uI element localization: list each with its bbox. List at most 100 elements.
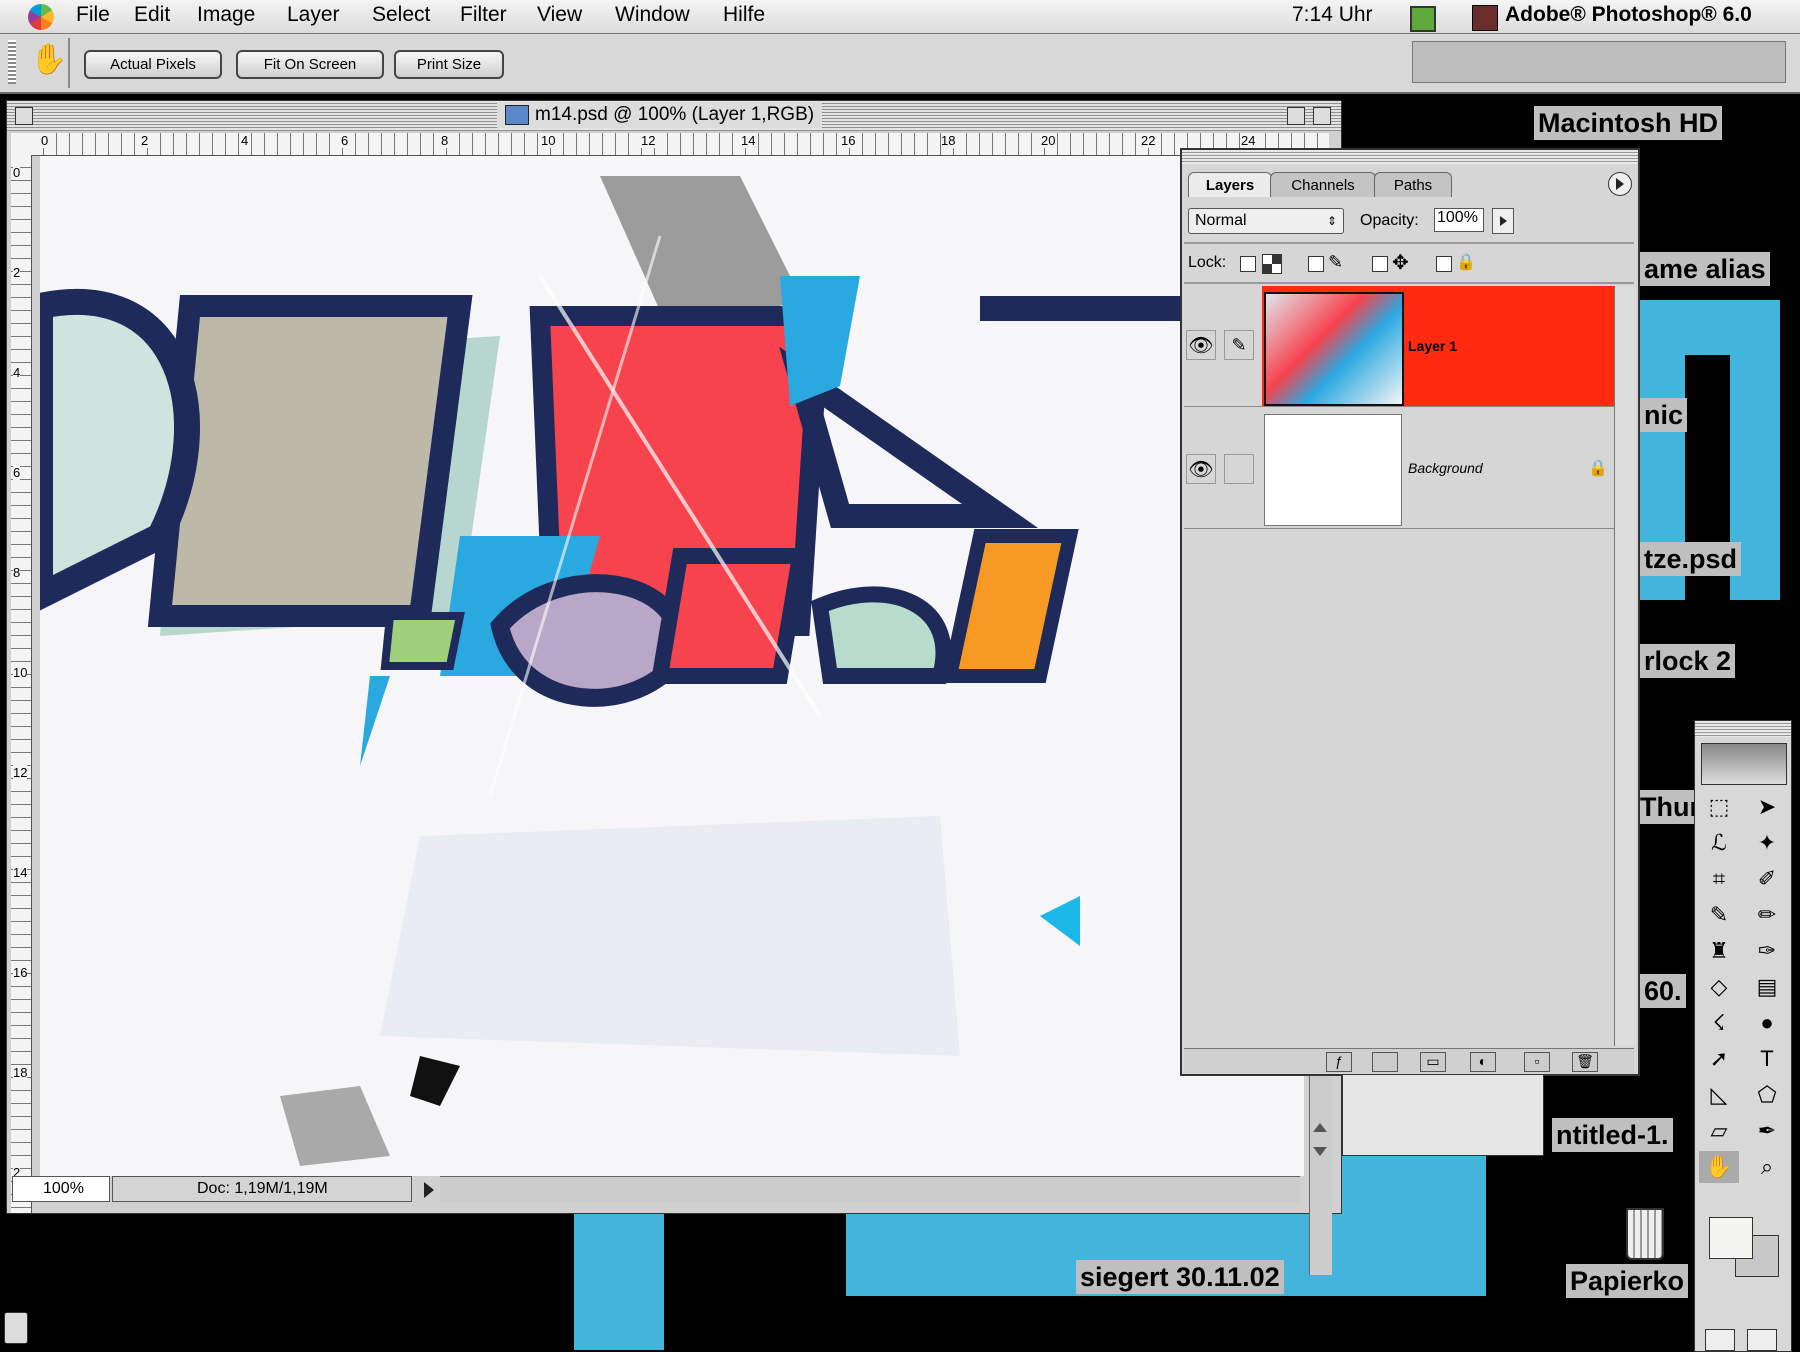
pen-tool-icon[interactable]: ◺ bbox=[1699, 1079, 1739, 1111]
eye-visibility-icon[interactable]: 👁 bbox=[1186, 454, 1216, 484]
lasso-tool-icon[interactable]: ℒ bbox=[1699, 827, 1739, 859]
hand-tool-button-icon[interactable]: ✋ bbox=[1699, 1151, 1739, 1183]
type-tool-icon[interactable]: T bbox=[1747, 1043, 1787, 1075]
adobe-online-icon[interactable] bbox=[1701, 743, 1787, 785]
photoshop-app-icon bbox=[1472, 5, 1498, 31]
menu-file[interactable]: File bbox=[76, 3, 110, 27]
shape-tool-icon[interactable]: ⬠ bbox=[1747, 1079, 1787, 1111]
desktop-small-icon[interactable] bbox=[4, 1312, 28, 1344]
tab-layers[interactable]: Layers bbox=[1188, 172, 1272, 197]
desktop-icon-untitled[interactable]: ntitled-1. bbox=[1552, 1118, 1673, 1152]
stamp-tool-icon[interactable]: ♜ bbox=[1699, 935, 1739, 967]
print-size-button[interactable]: Print Size bbox=[394, 50, 504, 79]
close-box-icon[interactable] bbox=[15, 107, 33, 125]
new-set-button[interactable]: ▭ bbox=[1420, 1052, 1446, 1072]
trash-icon[interactable] bbox=[1626, 1208, 1664, 1260]
application-menu[interactable]: Adobe® Photoshop® 6.0 bbox=[1505, 3, 1752, 27]
desktop-icon-macintosh-hd[interactable]: Macintosh HD bbox=[1534, 106, 1723, 140]
menu-layer[interactable]: Layer bbox=[287, 3, 340, 27]
eraser-tool-icon[interactable]: ◇ bbox=[1699, 971, 1739, 1003]
zoom-box-icon[interactable] bbox=[1287, 107, 1305, 125]
desktop-icon-nic[interactable]: nic bbox=[1640, 398, 1688, 432]
desktop-icon-tze-psd[interactable]: tze.psd bbox=[1640, 542, 1742, 576]
actual-pixels-button[interactable]: Actual Pixels bbox=[84, 50, 222, 79]
move-tool-icon[interactable]: ➤ bbox=[1747, 791, 1787, 823]
toolbox-title-bar[interactable] bbox=[1695, 721, 1791, 737]
zoom-tool-icon[interactable]: ⌕ bbox=[1747, 1151, 1787, 1183]
menu-filter[interactable]: Filter bbox=[460, 3, 507, 27]
blur-tool-icon[interactable]: ☇ bbox=[1699, 1007, 1739, 1039]
crop-tool-icon[interactable]: ⌗ bbox=[1699, 863, 1739, 895]
ruler-h-label: 0 bbox=[41, 133, 49, 148]
desktop-icon-alias[interactable]: ame alias bbox=[1640, 252, 1770, 286]
horizontal-scrollbar[interactable] bbox=[440, 1176, 1300, 1203]
menu-window[interactable]: Window bbox=[615, 3, 690, 27]
eyedropper-tool-icon[interactable]: ✒ bbox=[1747, 1115, 1787, 1147]
collapse-box-icon[interactable] bbox=[1313, 107, 1331, 125]
desktop-icon-siegert[interactable]: siegert 30.11.02 bbox=[1076, 1260, 1284, 1294]
path-selection-tool-icon[interactable]: ➚ bbox=[1699, 1043, 1739, 1075]
lock-image-checkbox[interactable] bbox=[1308, 256, 1324, 272]
link-slot[interactable] bbox=[1224, 454, 1254, 484]
notes-tool-icon[interactable]: ▱ bbox=[1699, 1115, 1739, 1147]
opacity-input[interactable]: 100% bbox=[1434, 208, 1484, 232]
desktop-icon-60[interactable]: 60. bbox=[1640, 974, 1686, 1008]
status-menu-arrow-icon[interactable] bbox=[424, 1182, 434, 1198]
gradient-tool-icon[interactable]: ▤ bbox=[1747, 971, 1787, 1003]
palette-title-bar[interactable] bbox=[1182, 150, 1638, 164]
brush-tool-icon[interactable]: ✏ bbox=[1747, 899, 1787, 931]
image-canvas[interactable] bbox=[40, 156, 1304, 1176]
menubar-clock[interactable]: 7:14 Uhr bbox=[1292, 3, 1373, 27]
scroll-down-arrow-icon[interactable] bbox=[1313, 1147, 1327, 1156]
blend-mode-select[interactable]: Normal ⇕ bbox=[1188, 208, 1344, 234]
new-adjustment-layer-button[interactable]: ◐ bbox=[1470, 1052, 1496, 1072]
menu-view[interactable]: View bbox=[537, 3, 582, 27]
menu-hilfe[interactable]: Hilfe bbox=[723, 3, 765, 27]
delete-layer-button[interactable]: 🗑 bbox=[1572, 1052, 1598, 1072]
palette-well[interactable] bbox=[1412, 41, 1786, 83]
lock-all-checkbox[interactable] bbox=[1436, 256, 1452, 272]
magic-wand-tool-icon[interactable]: ✦ bbox=[1747, 827, 1787, 859]
scroll-up-arrow-icon[interactable] bbox=[1313, 1123, 1327, 1132]
add-layer-style-button[interactable]: ƒ bbox=[1326, 1052, 1352, 1072]
desktop-icon-papierkorb[interactable]: Papierko bbox=[1566, 1264, 1689, 1298]
eye-visibility-icon[interactable]: 👁 bbox=[1186, 330, 1216, 360]
dodge-tool-icon[interactable]: ● bbox=[1747, 1007, 1787, 1039]
move-icon: ✥ bbox=[1392, 252, 1409, 274]
menu-image[interactable]: Image bbox=[197, 3, 255, 27]
fit-on-screen-button[interactable]: Fit On Screen bbox=[236, 50, 384, 79]
history-brush-tool-icon[interactable]: ✑ bbox=[1747, 935, 1787, 967]
tab-paths[interactable]: Paths bbox=[1374, 172, 1452, 197]
menu-edit[interactable]: Edit bbox=[134, 3, 170, 27]
new-layer-button[interactable]: ▫ bbox=[1524, 1052, 1550, 1072]
foreground-color-swatch[interactable] bbox=[1709, 1217, 1753, 1259]
lock-transparency-checkbox[interactable] bbox=[1240, 256, 1256, 272]
menu-bar: File Edit Image Layer Select Filter View… bbox=[0, 0, 1800, 34]
tab-channels[interactable]: Channels bbox=[1270, 172, 1376, 197]
marquee-tool-icon[interactable]: ⬚ bbox=[1699, 791, 1739, 823]
opacity-slider-button[interactable] bbox=[1492, 208, 1514, 234]
ruler-h-label: 18 bbox=[941, 133, 956, 148]
document-title-bar[interactable]: m14.psd @ 100% (Layer 1,RGB) bbox=[7, 101, 1341, 131]
lock-label: Lock: bbox=[1188, 254, 1227, 271]
slice-tool-icon[interactable]: ✐ bbox=[1747, 863, 1787, 895]
background-window bbox=[1342, 1074, 1544, 1156]
desktop-icon-rlock[interactable]: rlock 2 bbox=[1640, 644, 1736, 678]
brush-link-icon[interactable]: ✎ bbox=[1224, 330, 1254, 360]
apple-menu-icon[interactable] bbox=[28, 4, 54, 30]
zoom-field[interactable]: 100% bbox=[12, 1176, 110, 1202]
menu-select[interactable]: Select bbox=[372, 3, 430, 27]
add-mask-button[interactable] bbox=[1372, 1052, 1398, 1072]
ruler-v-label: 4 bbox=[13, 365, 21, 380]
ruler-origin[interactable] bbox=[11, 133, 31, 155]
options-grip[interactable] bbox=[8, 40, 16, 84]
doc-size-info[interactable]: Doc: 1,19M/1,19M bbox=[112, 1176, 412, 1202]
healing-tool-icon[interactable]: ✎ bbox=[1699, 899, 1739, 931]
screen-mode-icon[interactable] bbox=[1747, 1329, 1777, 1351]
layers-scrollbar[interactable] bbox=[1614, 286, 1635, 1046]
palette-menu-button[interactable] bbox=[1608, 172, 1632, 196]
ruler-h-label: 8 bbox=[441, 133, 449, 148]
battery-icon[interactable] bbox=[1410, 6, 1436, 32]
quick-mask-icon[interactable] bbox=[1705, 1329, 1735, 1351]
lock-position-checkbox[interactable] bbox=[1372, 256, 1388, 272]
